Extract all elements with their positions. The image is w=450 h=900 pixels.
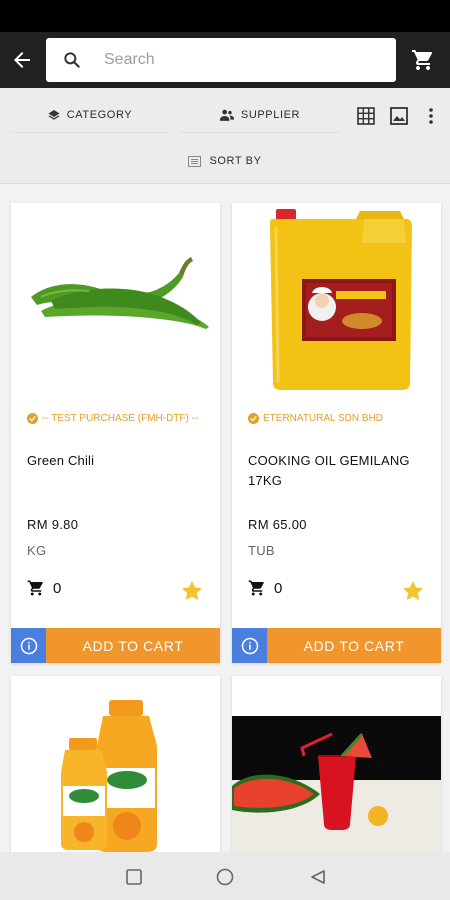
people-icon bbox=[219, 109, 234, 121]
square-icon bbox=[126, 869, 142, 885]
star-icon bbox=[403, 581, 423, 601]
cart-icon bbox=[27, 580, 43, 596]
home-button[interactable] bbox=[214, 866, 236, 888]
product-card-green-chili[interactable]: -- TEST PURCHASE (FMH-DTF) -- Green Chil… bbox=[11, 203, 220, 663]
app-bar bbox=[0, 32, 450, 88]
product-unit: KG bbox=[27, 543, 47, 558]
status-bar bbox=[0, 0, 450, 32]
product-name: COOKING OIL GEMILANG 17KG bbox=[248, 453, 410, 488]
favorite-button[interactable] bbox=[180, 579, 204, 603]
info-button[interactable] bbox=[232, 628, 267, 663]
search-input[interactable] bbox=[104, 51, 384, 69]
info-icon bbox=[20, 637, 37, 654]
quantity-value: 0 bbox=[274, 579, 283, 597]
verified-icon bbox=[248, 413, 259, 424]
supplier-name: -- TEST PURCHASE (FMH-DTF) -- bbox=[27, 413, 217, 424]
info-icon bbox=[241, 637, 258, 654]
supplier-name: ETERNATURAL SDN BHD bbox=[248, 413, 438, 424]
product-card-orange-juice[interactable] bbox=[11, 676, 220, 852]
cart-icon bbox=[248, 580, 264, 596]
image-view-button[interactable] bbox=[388, 105, 410, 127]
product-image bbox=[11, 203, 220, 398]
recent-apps-button[interactable] bbox=[123, 866, 145, 888]
grid-icon bbox=[357, 107, 375, 125]
product-name: Green Chili bbox=[27, 453, 95, 468]
grid-view-button[interactable] bbox=[355, 105, 377, 127]
product-card-cooking-oil[interactable]: ETERNATURAL SDN BHD COOKING OIL GEMILANG… bbox=[232, 203, 441, 663]
product-card-watermelon-juice[interactable] bbox=[232, 676, 441, 852]
sort-by-label: SORT BY bbox=[209, 155, 262, 167]
search-box[interactable] bbox=[46, 38, 396, 82]
quantity-value: 0 bbox=[53, 579, 62, 597]
favorite-button[interactable] bbox=[401, 579, 425, 603]
product-unit: TUB bbox=[248, 543, 275, 558]
product-image bbox=[232, 203, 441, 398]
verified-icon bbox=[27, 413, 38, 424]
back-nav-button[interactable] bbox=[307, 866, 329, 888]
system-nav-bar bbox=[0, 852, 450, 900]
product-price: RM 9.80 bbox=[27, 517, 79, 532]
search-icon bbox=[46, 38, 98, 82]
cart-icon bbox=[412, 50, 432, 70]
info-button[interactable] bbox=[11, 628, 46, 663]
filter-bar: CATEGORY SUPPLIER SORT BY bbox=[0, 88, 450, 184]
product-image bbox=[11, 676, 220, 852]
add-to-cart-button[interactable]: ADD TO CART bbox=[267, 628, 441, 663]
category-button[interactable]: CATEGORY bbox=[10, 98, 170, 132]
add-to-cart-button[interactable]: ADD TO CART bbox=[46, 628, 220, 663]
supplier-button[interactable]: SUPPLIER bbox=[180, 98, 340, 132]
back-button[interactable] bbox=[6, 44, 38, 76]
arrow-left-icon bbox=[14, 52, 30, 68]
supplier-label: SUPPLIER bbox=[240, 109, 301, 121]
product-image bbox=[232, 676, 441, 852]
product-price: RM 65.00 bbox=[248, 517, 307, 532]
category-label: CATEGORY bbox=[66, 109, 133, 121]
cart-button[interactable] bbox=[406, 44, 440, 76]
image-icon bbox=[390, 107, 408, 125]
more-vert-icon bbox=[429, 108, 433, 124]
layers-icon bbox=[48, 110, 60, 120]
star-icon bbox=[182, 581, 202, 601]
more-options-button[interactable] bbox=[420, 105, 442, 127]
triangle-back-icon bbox=[311, 870, 325, 884]
cart-quantity: 0 bbox=[27, 579, 61, 597]
sort-icon bbox=[188, 155, 202, 167]
circle-icon bbox=[216, 868, 234, 886]
sort-by-button[interactable]: SORT BY bbox=[150, 148, 300, 174]
cart-quantity: 0 bbox=[248, 579, 282, 597]
